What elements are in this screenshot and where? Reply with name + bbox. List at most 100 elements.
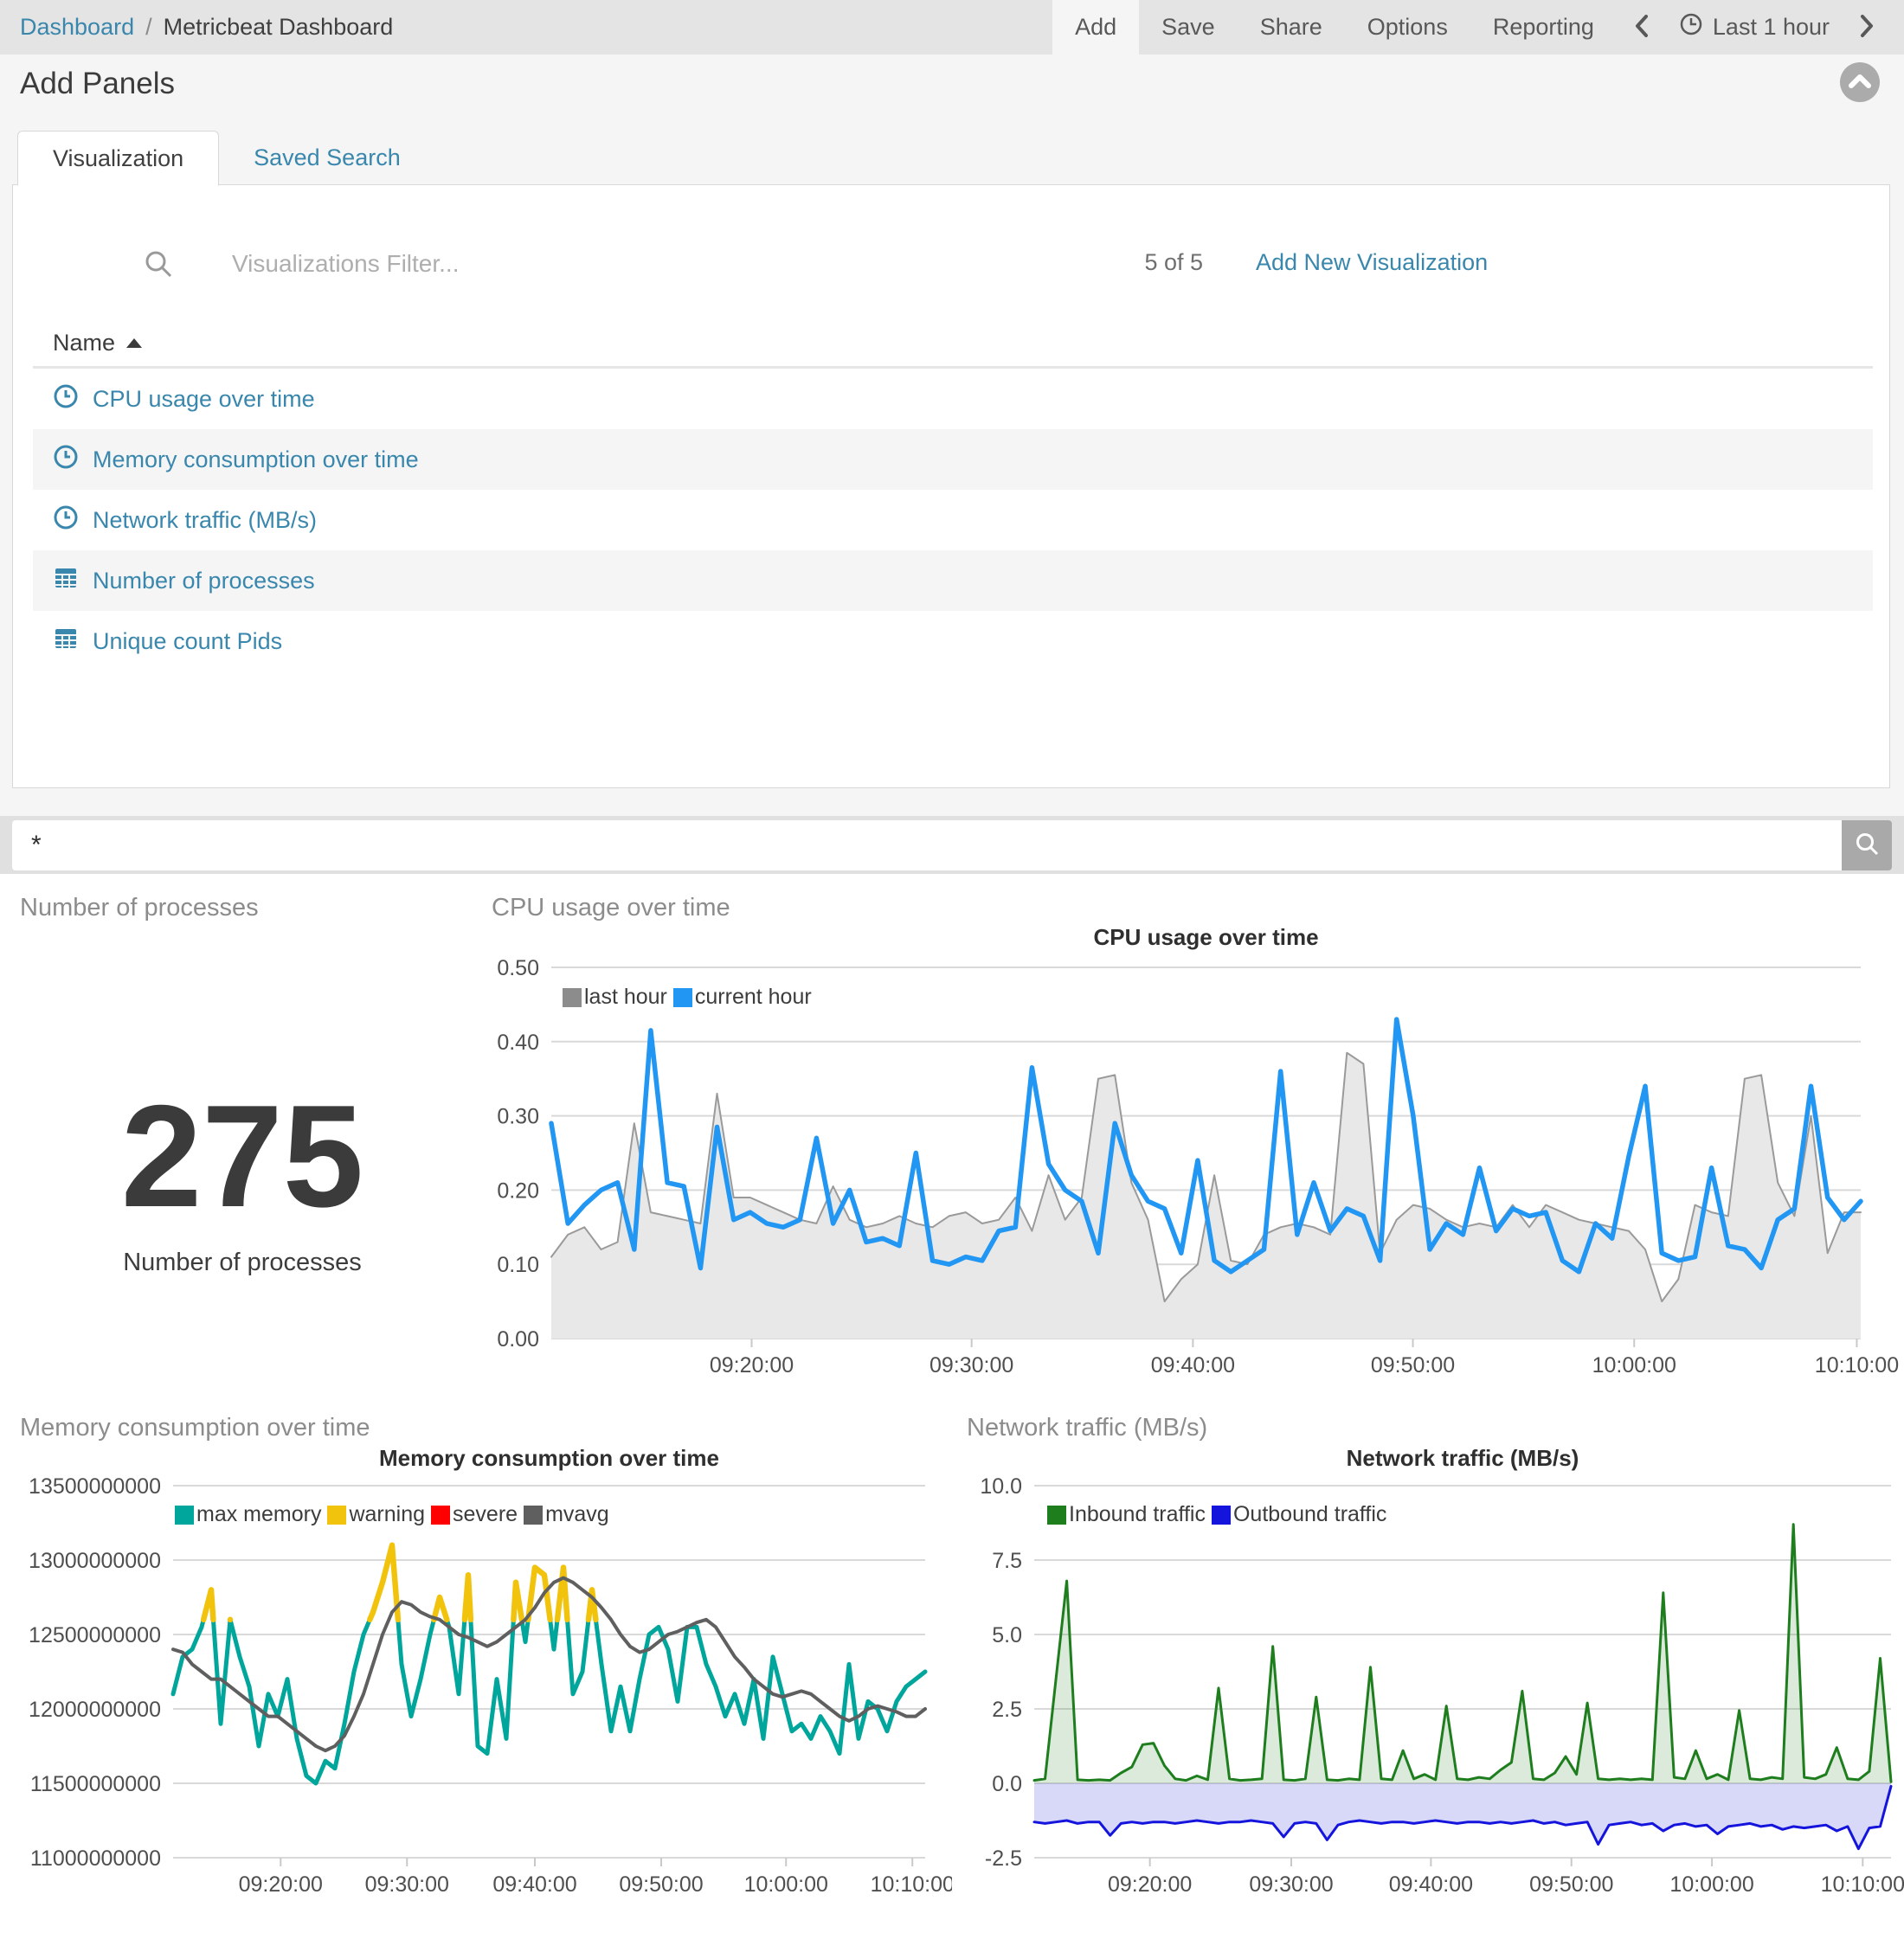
- tab-visualization[interactable]: Visualization: [17, 131, 219, 186]
- add-panels-section: Add Panels Visualization Saved Search 5 …: [0, 55, 1904, 816]
- query-input[interactable]: [12, 820, 1842, 870]
- legend-item[interactable]: Inbound traffic: [1047, 1502, 1206, 1527]
- search-icon: [144, 249, 173, 283]
- visualization-row-label: Network traffic (MB/s): [93, 507, 317, 534]
- svg-text:13000000000: 13000000000: [29, 1549, 161, 1573]
- svg-text:7.5: 7.5: [992, 1549, 1022, 1573]
- panel-memory-consumption: Memory consumption over time 13500000000…: [0, 1402, 952, 1933]
- svg-text:10.0: 10.0: [980, 1474, 1022, 1499]
- table-icon: [53, 626, 79, 658]
- name-column-header[interactable]: Name: [33, 319, 1873, 369]
- visualizations-list: CPU usage over time Memory consumption o…: [33, 369, 1873, 671]
- legend-item[interactable]: max memory: [175, 1502, 321, 1527]
- chevron-left-icon: [1632, 13, 1651, 42]
- chevron-up-icon: [1849, 74, 1871, 91]
- legend-item[interactable]: warning: [327, 1502, 425, 1527]
- svg-text:10:00:00: 10:00:00: [1669, 1872, 1753, 1897]
- panel-title: Number of processes: [20, 894, 259, 922]
- query-bar: [0, 816, 1904, 874]
- breadcrumb-current: Metricbeat Dashboard: [164, 14, 394, 41]
- network-legend: Inbound trafficOutbound traffic: [1047, 1502, 1393, 1527]
- legend-label: severe: [453, 1502, 518, 1527]
- visualizations-table: Name CPU usage over time Memory consumpt…: [33, 319, 1873, 671]
- visualization-row-label: CPU usage over time: [93, 386, 315, 413]
- svg-text:0.10: 0.10: [497, 1253, 539, 1277]
- query-search-button[interactable]: [1842, 820, 1892, 870]
- top-menu: Add Save Share Options Reporting Last 1 …: [1052, 0, 1904, 55]
- clock-icon: [53, 504, 79, 536]
- visualization-row-label: Unique count Pids: [93, 628, 282, 655]
- timepicker-button[interactable]: Last 1 hour: [1667, 0, 1842, 55]
- legend-swatch: [1047, 1506, 1066, 1525]
- svg-text:09:40:00: 09:40:00: [1151, 1353, 1235, 1378]
- legend-label: current hour: [695, 985, 812, 1010]
- svg-text:-2.5: -2.5: [985, 1846, 1022, 1871]
- memory-legend: max memory warning severe mvavg: [175, 1502, 615, 1527]
- svg-text:0.0: 0.0: [992, 1772, 1022, 1796]
- legend-label: warning: [349, 1502, 425, 1527]
- svg-text:10:00:00: 10:00:00: [1592, 1353, 1676, 1378]
- legend-item[interactable]: severe: [431, 1502, 518, 1527]
- legend-item[interactable]: mvavg: [524, 1502, 609, 1527]
- kibana-dashboard-screen: Dashboard / Metricbeat Dashboard Add Sav…: [0, 0, 1904, 1933]
- svg-text:0.40: 0.40: [497, 1031, 539, 1055]
- time-forward-button[interactable]: [1842, 0, 1892, 55]
- collapse-panel-button[interactable]: [1840, 62, 1880, 102]
- visualization-row-network-traffic[interactable]: Network traffic (MB/s): [33, 490, 1873, 550]
- chevron-right-icon: [1857, 13, 1876, 42]
- svg-text:0.50: 0.50: [497, 956, 539, 980]
- time-backward-button[interactable]: [1617, 0, 1667, 55]
- panel-number-of-processes: Number of processes 275 Number of proces…: [0, 883, 485, 1393]
- panel-title: Network traffic (MB/s): [967, 1414, 1207, 1442]
- svg-text:11500000000: 11500000000: [30, 1772, 161, 1796]
- legend-label: max memory: [196, 1502, 321, 1527]
- svg-text:11000000000: 11000000000: [30, 1846, 161, 1871]
- svg-text:09:20:00: 09:20:00: [1108, 1872, 1192, 1897]
- visualization-row-label: Number of processes: [93, 568, 315, 594]
- visualizations-filter-input[interactable]: [230, 239, 788, 289]
- dashboard-grid: Number of processes 275 Number of proces…: [0, 874, 1904, 1933]
- breadcrumb-separator: /: [145, 14, 152, 41]
- svg-text:10:10:00: 10:10:00: [871, 1872, 952, 1897]
- save-menu-button[interactable]: Save: [1139, 0, 1238, 55]
- svg-text:12500000000: 12500000000: [29, 1623, 161, 1647]
- options-menu-button[interactable]: Options: [1345, 0, 1470, 55]
- legend-swatch: [1212, 1506, 1231, 1525]
- visualizations-count: 5 of 5: [1099, 249, 1203, 276]
- visualization-row-memory-consumption[interactable]: Memory consumption over time: [33, 429, 1873, 490]
- legend-item[interactable]: last hour: [563, 985, 667, 1010]
- search-icon: [1854, 831, 1880, 859]
- add-menu-button[interactable]: Add: [1052, 0, 1139, 55]
- add-panels-title: Add Panels: [20, 67, 175, 101]
- svg-text:09:50:00: 09:50:00: [619, 1872, 703, 1897]
- clock-icon: [53, 383, 79, 415]
- breadcrumb-dashboard-link[interactable]: Dashboard: [20, 14, 134, 41]
- visualization-row-cpu-usage[interactable]: CPU usage over time: [33, 369, 1873, 429]
- breadcrumb: Dashboard / Metricbeat Dashboard: [0, 0, 393, 55]
- visualization-row-number-of-processes[interactable]: Number of processes: [33, 550, 1873, 611]
- memory-consumption-chart: 1350000000013000000000125000000001200000…: [0, 1402, 952, 1933]
- svg-text:Network traffic (MB/s): Network traffic (MB/s): [1347, 1445, 1579, 1471]
- legend-item[interactable]: Outbound traffic: [1212, 1502, 1386, 1527]
- svg-text:10:10:00: 10:10:00: [1815, 1353, 1899, 1378]
- svg-text:09:40:00: 09:40:00: [1389, 1872, 1473, 1897]
- cpu-legend: last hour current hour: [563, 985, 818, 1010]
- legend-item[interactable]: current hour: [673, 985, 812, 1010]
- reporting-menu-button[interactable]: Reporting: [1470, 0, 1617, 55]
- legend-label: mvavg: [545, 1502, 609, 1527]
- svg-text:09:20:00: 09:20:00: [710, 1353, 794, 1378]
- svg-text:13500000000: 13500000000: [29, 1474, 161, 1499]
- clock-icon: [1679, 12, 1703, 42]
- svg-text:0.20: 0.20: [497, 1178, 539, 1203]
- svg-text:5.0: 5.0: [992, 1623, 1022, 1647]
- svg-text:09:20:00: 09:20:00: [239, 1872, 323, 1897]
- visualization-row-unique-count-pids[interactable]: Unique count Pids: [33, 611, 1873, 671]
- tab-saved-search[interactable]: Saved Search: [219, 131, 435, 184]
- svg-text:09:30:00: 09:30:00: [1249, 1872, 1333, 1897]
- legend-label: Inbound traffic: [1069, 1502, 1206, 1527]
- add-new-visualization-link[interactable]: Add New Visualization: [1256, 249, 1488, 276]
- metric-value: 275: [0, 1083, 485, 1229]
- panel-title: CPU usage over time: [492, 894, 730, 922]
- svg-text:2.5: 2.5: [992, 1698, 1022, 1722]
- share-menu-button[interactable]: Share: [1238, 0, 1345, 55]
